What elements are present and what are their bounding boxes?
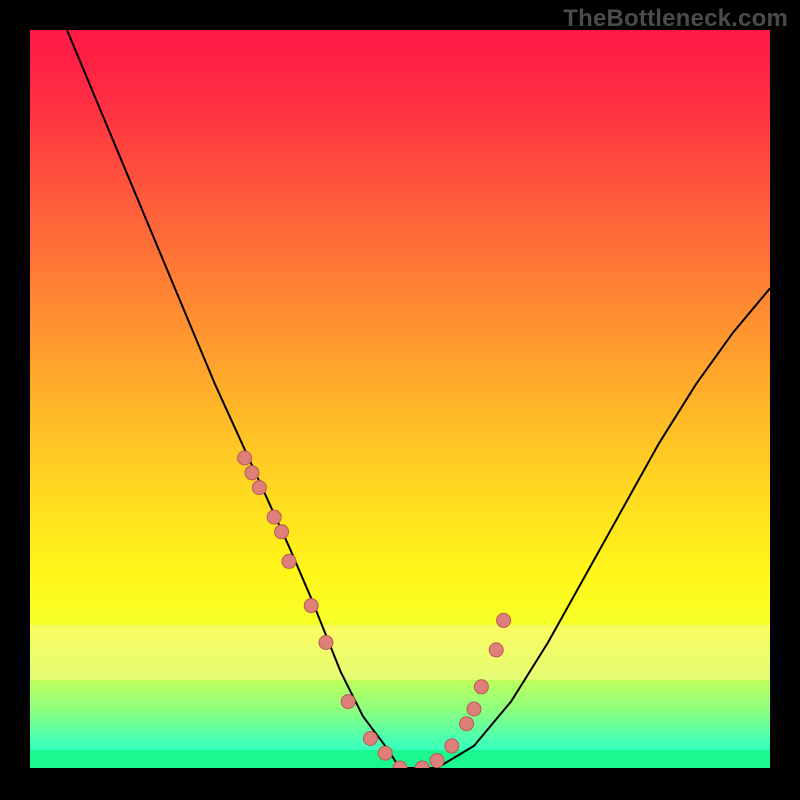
data-point [489,643,503,657]
data-point [245,466,259,480]
plot-svg [30,30,770,768]
data-point [319,636,333,650]
watermark-text: TheBottleneck.com [563,5,788,33]
data-point [474,680,488,694]
data-point [363,732,377,746]
data-point [378,746,392,760]
data-point [304,599,318,613]
data-point [430,754,444,768]
chart-container: TheBottleneck.com [0,0,800,800]
plot-area [30,30,770,768]
data-point [460,717,474,731]
data-point [445,739,459,753]
data-point [252,481,266,495]
yellow-band [30,625,770,680]
data-point [341,695,355,709]
data-point [267,510,281,524]
data-point [238,451,252,465]
data-point [467,702,481,716]
data-point [275,525,289,539]
data-point [282,554,296,568]
data-point [497,613,511,627]
